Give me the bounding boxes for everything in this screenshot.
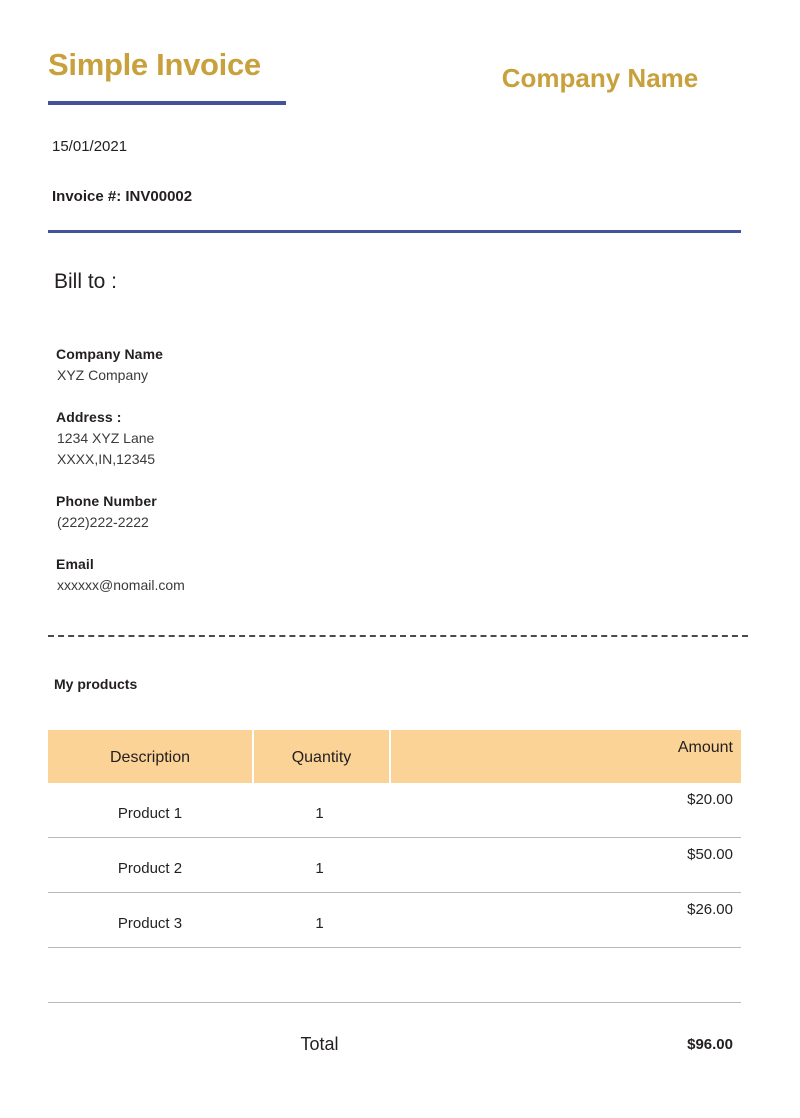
total-row: Total $96.00: [48, 1003, 741, 1071]
cell-quantity: 1: [315, 859, 324, 877]
bill-to-email-group: Email xxxxxx@nomail.com: [56, 554, 436, 596]
bill-to-block: Company Name XYZ Company Address : 1234 …: [56, 344, 436, 596]
table-row: Product 3 1 $26.00: [48, 893, 741, 948]
bill-to-address-line1: 1234 XYZ Lane: [57, 430, 155, 446]
bill-to-phone-label: Phone Number: [56, 493, 157, 509]
table-row-empty: [48, 948, 741, 1003]
cell-amount: $20.00: [687, 791, 733, 808]
section-dashed-divider: [48, 635, 748, 637]
title-underline-rule: [48, 101, 286, 105]
total-label: Total: [300, 1033, 339, 1054]
bill-to-company-group: Company Name XYZ Company: [56, 344, 436, 386]
table-row: Product 2 1 $50.00: [48, 838, 741, 893]
invoice-number: Invoice #: INV00002: [52, 188, 192, 205]
table-row: Product 1 1 $20.00: [48, 783, 741, 838]
cell-quantity: 1: [315, 804, 324, 822]
total-amount: $96.00: [687, 1035, 733, 1053]
products-table: Description Quantity Amount Product 1 1 …: [48, 730, 741, 1071]
cell-amount: $50.00: [687, 846, 733, 863]
cell-quantity: 1: [315, 914, 324, 932]
bill-to-email-value: xxxxxx@nomail.com: [57, 577, 185, 593]
invoice-date: 15/01/2021: [52, 138, 128, 155]
bill-to-address-label: Address :: [56, 409, 122, 425]
cell-description: Product 3: [117, 914, 183, 932]
cell-description: Product 1: [117, 804, 183, 822]
products-section-label: My products: [54, 676, 138, 692]
bill-to-heading: Bill to :: [54, 270, 118, 293]
bill-to-address-line2: XXXX,IN,12345: [57, 451, 156, 467]
invoice-number-label: Invoice #:: [52, 188, 122, 205]
company-name-heading: Company Name: [501, 63, 699, 93]
invoice-header: Simple Invoice Company Name 15/01/2021 I…: [0, 0, 800, 233]
column-header-quantity: Quantity: [254, 730, 389, 783]
bill-to-address-group: Address : 1234 XYZ Lane XXXX,IN,12345: [56, 407, 436, 470]
column-header-description: Description: [48, 730, 252, 783]
column-header-amount: Amount: [391, 730, 741, 783]
cell-amount: $26.00: [687, 901, 733, 918]
page-title: Simple Invoice: [48, 47, 261, 82]
header-divider-rule: [48, 230, 741, 233]
bill-to-company-value: XYZ Company: [57, 367, 149, 383]
bill-to-phone-group: Phone Number (222)222-2222: [56, 491, 436, 533]
bill-to-phone-value: (222)222-2222: [57, 514, 149, 530]
invoice-number-value: INV00002: [125, 188, 193, 205]
table-header-row: Description Quantity Amount: [48, 730, 741, 783]
bill-to-company-label: Company Name: [56, 346, 164, 362]
cell-description: Product 2: [117, 859, 183, 877]
bill-to-email-label: Email: [56, 556, 94, 572]
invoice-page: Simple Invoice Company Name 15/01/2021 I…: [0, 0, 800, 1118]
